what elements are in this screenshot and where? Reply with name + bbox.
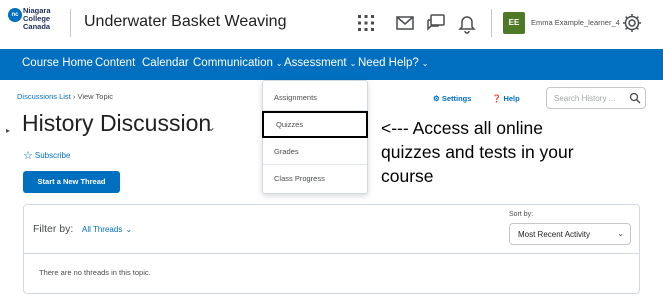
- empty-threads-message: There are no threads in this topic.: [39, 268, 151, 277]
- sort-label: Sort by:: [509, 211, 534, 218]
- breadcrumb: Discussions List › View Topic: [17, 92, 113, 101]
- sidebar-toggle-icon[interactable]: ▸: [6, 126, 10, 135]
- course-title[interactable]: Underwater Basket Weaving: [84, 13, 286, 31]
- chevron-down-icon: ⌄: [421, 59, 429, 68]
- annotation-text: <--- Access all online quizzes and tests…: [381, 118, 574, 186]
- logo-mark-icon: nc: [8, 8, 22, 22]
- breadcrumb-current: View Topic: [77, 92, 114, 101]
- chevron-down-icon: ⌄: [125, 225, 133, 234]
- nav-assessment[interactable]: Assessment ⌄: [284, 57, 356, 69]
- settings-button[interactable]: ⚙ Settings: [433, 94, 471, 103]
- chevron-down-icon: ⌄: [349, 59, 357, 68]
- help-button[interactable]: ❓ Help: [492, 94, 520, 103]
- filter-value: All Threads: [82, 225, 123, 234]
- assessment-dropdown-menu: Assignments Quizzes Grades Class Progres…: [262, 80, 368, 194]
- nav-need-help[interactable]: Need Help? ⌄: [358, 57, 428, 69]
- nav-label: Assessment: [284, 57, 347, 69]
- sort-value: Most Recent Activity: [518, 230, 591, 239]
- nav-label: Communication: [193, 57, 273, 69]
- help-icon: ❓: [492, 94, 502, 103]
- sort-select[interactable]: Most Recent Activity ⌄: [509, 223, 631, 245]
- course-navbar: Course Home Content Calendar Communicati…: [0, 49, 663, 80]
- start-new-thread-button[interactable]: Start a New Thread: [23, 171, 120, 193]
- help-label: Help: [503, 94, 520, 103]
- menu-item-grades[interactable]: Grades: [263, 138, 367, 165]
- waffle-icon[interactable]: [355, 12, 377, 34]
- menu-item-assignments[interactable]: Assignments: [263, 84, 367, 111]
- star-icon: ☆: [23, 150, 33, 162]
- nav-calendar[interactable]: Calendar: [142, 57, 189, 69]
- nav-content[interactable]: Content: [95, 57, 135, 69]
- chevron-down-icon: ⌄: [617, 229, 624, 238]
- nav-communication[interactable]: Communication ⌄: [193, 57, 283, 69]
- header-divider: [491, 9, 492, 37]
- nav-label: Course Home: [22, 57, 93, 69]
- subscribe-label: Subscribe: [34, 151, 71, 160]
- settings-label: Settings: [441, 94, 472, 103]
- user-name[interactable]: Emma Example_learner_4: [531, 18, 620, 27]
- college-logo[interactable]: nc Niagara College Canada: [8, 7, 68, 39]
- subscribe-link[interactable]: ☆ Subscribe: [23, 149, 70, 162]
- threads-panel: Filter by: All Threads ⌄ Sort by: Most Re…: [23, 204, 640, 294]
- top-header: nc Niagara College Canada Underwater Bas…: [0, 0, 663, 48]
- avatar[interactable]: EE: [503, 12, 525, 34]
- menu-item-quizzes[interactable]: Quizzes: [262, 111, 368, 138]
- gear-icon: ⚙: [433, 94, 440, 103]
- title-menu-chevron-icon[interactable]: ⌄: [206, 120, 216, 134]
- mail-icon[interactable]: [394, 12, 416, 34]
- breadcrumb-separator: ›: [72, 92, 76, 101]
- search-input[interactable]: Search History ...: [546, 87, 646, 109]
- logo-text: Niagara College Canada: [23, 6, 51, 31]
- nav-label: Need Help?: [358, 57, 419, 69]
- chevron-down-icon: ⌄: [275, 59, 283, 68]
- nav-course-home[interactable]: Course Home: [22, 57, 93, 69]
- bell-icon[interactable]: [456, 12, 478, 34]
- gear-icon[interactable]: [621, 12, 643, 34]
- filter-dropdown[interactable]: All Threads ⌄: [82, 225, 132, 234]
- nav-label: Calendar: [142, 57, 189, 69]
- panel-divider: [24, 253, 639, 254]
- menu-item-class-progress[interactable]: Class Progress: [263, 165, 367, 192]
- search-icon[interactable]: [629, 92, 641, 104]
- nav-label: Content: [95, 57, 136, 69]
- page-title: History Discussion: [22, 110, 212, 136]
- search-placeholder: Search History ...: [554, 94, 616, 103]
- chat-icon[interactable]: [425, 12, 447, 34]
- filter-label: Filter by:: [33, 223, 74, 235]
- breadcrumb-link[interactable]: Discussions List: [17, 92, 71, 101]
- header-divider: [70, 9, 71, 37]
